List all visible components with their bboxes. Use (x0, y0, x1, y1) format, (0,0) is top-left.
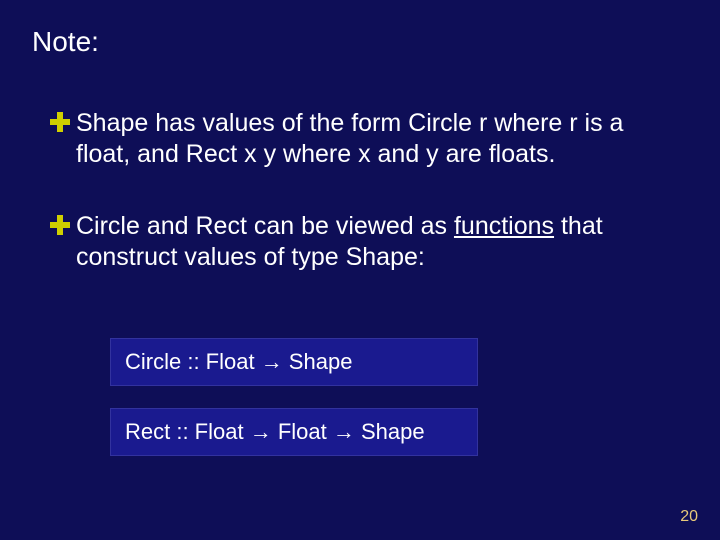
bullet-icon (50, 215, 70, 235)
bullet-icon (50, 112, 70, 132)
bullet-item: Circle and Rect can be viewed as functio… (50, 211, 670, 272)
bullet-item: Shape has values of the form Circle r wh… (50, 108, 670, 169)
code-box: Circle :: Float → Shape (110, 338, 478, 386)
code-line: Rect :: Float → Float → Shape (125, 419, 425, 444)
slide-title: Note: (32, 26, 99, 58)
slide: Note: Shape has values of the form Circl… (0, 0, 720, 540)
bullet-text-underline: functions (454, 212, 554, 240)
code-line: Circle :: Float → Shape (125, 349, 352, 374)
bullet-text: Shape has values of the form Circle r wh… (76, 109, 623, 168)
page-number: 20 (680, 508, 698, 526)
slide-body: Shape has values of the form Circle r wh… (50, 108, 670, 314)
code-box: Rect :: Float → Float → Shape (110, 408, 478, 456)
bullet-text-pre: Circle and Rect can be viewed as (76, 212, 454, 240)
